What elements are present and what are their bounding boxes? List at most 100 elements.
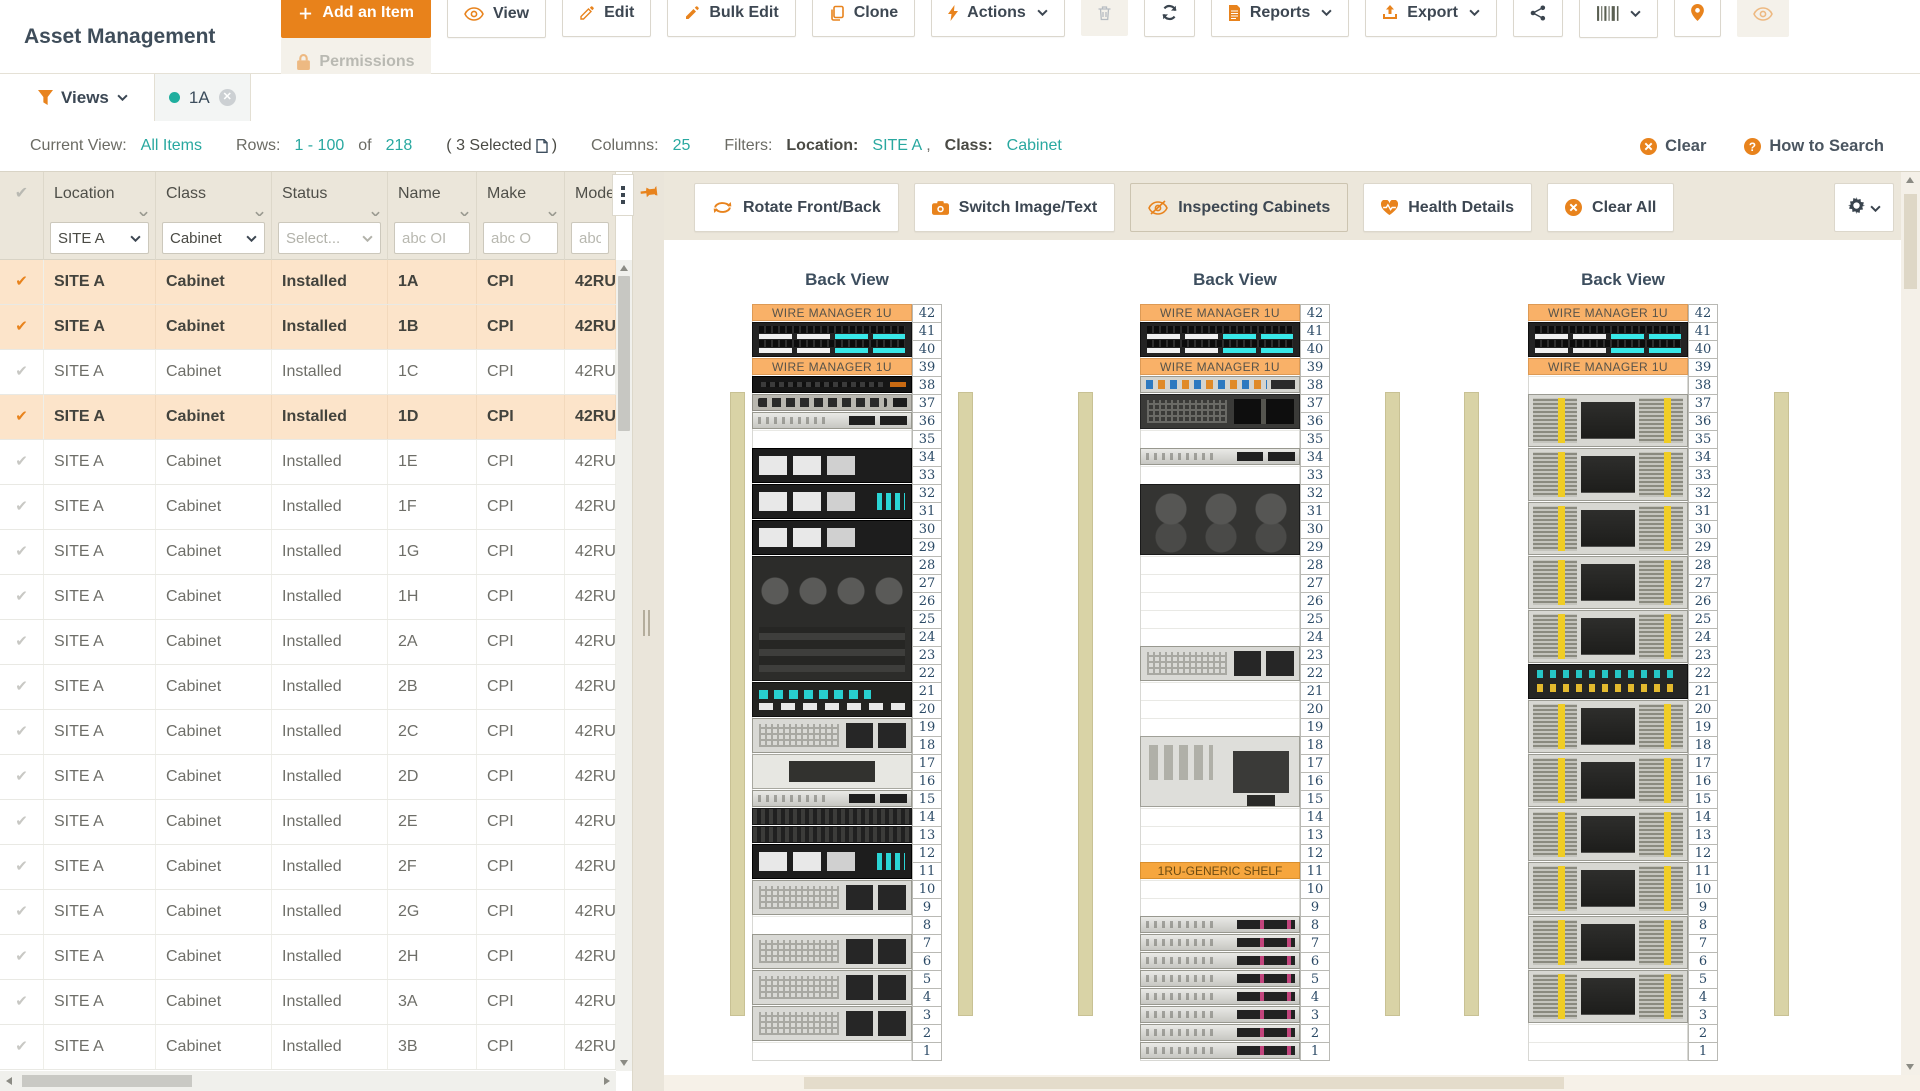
table-row-2c[interactable]: ✔SITE ACabinetInstalled2CCPI42RU-7 — [0, 710, 616, 755]
rack-equipment-modswitch[interactable] — [752, 520, 912, 555]
rack-equipment-stor3[interactable] — [1528, 700, 1688, 753]
inspecting-cabinets-button[interactable]: Inspecting Cabinets — [1130, 183, 1348, 232]
row-checkmark[interactable]: ✔ — [0, 350, 44, 394]
rack-equipment-wire[interactable]: WIRE MANAGER 1U — [1140, 304, 1300, 321]
column-header-model[interactable]: Model — [565, 172, 616, 216]
rack-equipment-stor3[interactable] — [1528, 502, 1688, 555]
clone-button[interactable]: Clone — [812, 0, 915, 37]
add-item-button[interactable]: Add an Item — [281, 0, 431, 38]
rack-equipment-chassis[interactable] — [1140, 484, 1300, 555]
rack-equipment-shelf[interactable]: 1RU-GENERIC SHELF — [1140, 862, 1300, 879]
row-checkmark[interactable]: ✔ — [0, 575, 44, 619]
health-details-button[interactable]: Health Details — [1363, 183, 1532, 232]
table-row-1d[interactable]: ✔SITE ACabinetInstalled1DCPI42RU-7 — [0, 395, 616, 440]
table-row-3a[interactable]: ✔SITE ACabinetInstalled3ACPI42RU-7 — [0, 980, 616, 1025]
rack-equipment-conn[interactable] — [752, 394, 912, 411]
rack-equipment-srv2[interactable] — [752, 880, 912, 915]
rack-equipment-stor3[interactable] — [1528, 448, 1688, 501]
name-filter-input[interactable] — [394, 222, 470, 254]
rack-equipment-srv1p[interactable] — [1140, 970, 1300, 987]
table-row-3b[interactable]: ✔SITE ACabinetInstalled3BCPI42RU-7 — [0, 1025, 616, 1070]
location-filter-select[interactable]: SITE A — [50, 222, 149, 254]
rack-equipment-wire[interactable]: WIRE MANAGER 1U — [1528, 358, 1688, 375]
rack-equipment-patch[interactable] — [1140, 322, 1300, 357]
rack-equipment-srv1[interactable] — [752, 412, 912, 429]
make-filter-input[interactable] — [483, 222, 558, 254]
rack-equipment-stor3[interactable] — [1528, 970, 1688, 1023]
class-filter-select[interactable]: Cabinet — [162, 222, 265, 254]
rack-equipment-vent[interactable] — [752, 826, 912, 843]
model-filter-input[interactable] — [571, 222, 609, 254]
table-row-2h[interactable]: ✔SITE ACabinetInstalled2HCPI42RU-7 — [0, 935, 616, 980]
table-vertical-scrollbar[interactable] — [616, 260, 632, 1071]
rack-equipment-wire[interactable]: WIRE MANAGER 1U — [1140, 358, 1300, 375]
table-row-1g[interactable]: ✔SITE ACabinetInstalled1GCPI42RU-7 — [0, 530, 616, 575]
rack-equipment-stor3[interactable] — [1528, 808, 1688, 861]
rack-equipment-stor3[interactable] — [1528, 754, 1688, 807]
row-checkmark[interactable]: ✔ — [0, 395, 44, 439]
rack-equipment-srv2[interactable] — [752, 1006, 912, 1041]
filter-class-value[interactable]: Cabinet — [1007, 137, 1062, 155]
scrollbar-thumb[interactable] — [22, 1075, 192, 1087]
scroll-up-arrow-icon[interactable] — [1906, 177, 1914, 183]
row-checkmark[interactable]: ✔ — [0, 620, 44, 664]
current-view-value[interactable]: All Items — [141, 137, 202, 155]
rack-equipment-stor3[interactable] — [1528, 556, 1688, 609]
rack-equipment-srv2[interactable] — [752, 718, 912, 753]
row-checkmark[interactable]: ✔ — [0, 980, 44, 1024]
select-all-checkmark[interactable]: ✔ — [0, 172, 44, 216]
rack-equipment-chassis7[interactable] — [752, 556, 912, 681]
barcode-button[interactable] — [1579, 0, 1658, 38]
scroll-up-arrow-icon[interactable] — [620, 265, 628, 271]
refresh-button[interactable] — [1144, 0, 1195, 37]
clear-filters-button[interactable]: Clear — [1640, 137, 1706, 156]
close-tab-icon[interactable]: ✕ — [219, 89, 236, 106]
table-row-2d[interactable]: ✔SITE ACabinetInstalled2DCPI42RU-7 — [0, 755, 616, 800]
table-row-1a[interactable]: ✔SITE ACabinetInstalled1ACPI42RU-7 — [0, 260, 616, 305]
copy-selected-icon[interactable] — [536, 139, 548, 153]
row-checkmark[interactable]: ✔ — [0, 845, 44, 889]
column-header-name[interactable]: Name — [388, 172, 477, 216]
scrollbar-thumb[interactable] — [1904, 194, 1917, 289]
table-horizontal-scrollbar[interactable] — [0, 1071, 616, 1091]
rack-equipment-wire[interactable]: WIRE MANAGER 1U — [752, 358, 912, 375]
scroll-down-arrow-icon[interactable] — [620, 1060, 628, 1066]
scrollbar-thumb[interactable] — [804, 1077, 1564, 1089]
rack-equipment-srv2[interactable] — [752, 934, 912, 969]
scroll-left-arrow-icon[interactable] — [6, 1077, 12, 1085]
selected-count[interactable]: ( 3 Selected ) — [446, 137, 557, 155]
how-to-search-button[interactable]: ? How to Search — [1744, 137, 1884, 156]
row-checkmark[interactable]: ✔ — [0, 305, 44, 349]
rack-equipment-srv2dark[interactable] — [1140, 394, 1300, 429]
rack-equipment-srv1[interactable] — [1140, 448, 1300, 465]
table-row-1b[interactable]: ✔SITE ACabinetInstalled1BCPI42RU-7 — [0, 305, 616, 350]
view-tab-1a[interactable]: 1A ✕ — [154, 74, 251, 121]
table-row-2e[interactable]: ✔SITE ACabinetInstalled2ECPI42RU-7 — [0, 800, 616, 845]
panel-vertical-scrollbar[interactable] — [1901, 172, 1920, 1075]
table-row-2f[interactable]: ✔SITE ACabinetInstalled2FCPI42RU-7 — [0, 845, 616, 890]
export-button[interactable]: Export — [1365, 0, 1497, 37]
scroll-down-arrow-icon[interactable] — [1906, 1064, 1914, 1070]
row-checkmark[interactable]: ✔ — [0, 800, 44, 844]
status-filter-select[interactable]: Select... — [278, 222, 381, 254]
row-checkmark[interactable]: ✔ — [0, 935, 44, 979]
rack-equipment-srv1p[interactable] — [1140, 1006, 1300, 1023]
row-checkmark[interactable]: ✔ — [0, 530, 44, 574]
pushpin-icon[interactable] — [635, 179, 663, 208]
reports-button[interactable]: Reports — [1211, 0, 1349, 37]
rack-equipment-srv1p[interactable] — [1140, 1042, 1300, 1059]
scrollbar-thumb[interactable] — [618, 276, 630, 431]
rack-equipment-connstrip[interactable] — [1140, 376, 1300, 393]
row-checkmark[interactable]: ✔ — [0, 710, 44, 754]
rack-equipment-wire[interactable]: WIRE MANAGER 1U — [752, 304, 912, 321]
rack-equipment-srv1p[interactable] — [1140, 1024, 1300, 1041]
splitter-drag-handle[interactable] — [643, 610, 653, 636]
rack-equipment-srv2[interactable] — [752, 970, 912, 1005]
rack-equipment-srv1p[interactable] — [1140, 988, 1300, 1005]
rack-equipment-swports[interactable] — [1528, 664, 1688, 699]
panel-splitter[interactable] — [632, 172, 664, 1091]
rack-equipment-wire[interactable]: WIRE MANAGER 1U — [1528, 304, 1688, 321]
column-header-class[interactable]: Class — [156, 172, 272, 216]
row-checkmark[interactable]: ✔ — [0, 665, 44, 709]
views-dropdown[interactable]: Views — [0, 74, 154, 121]
